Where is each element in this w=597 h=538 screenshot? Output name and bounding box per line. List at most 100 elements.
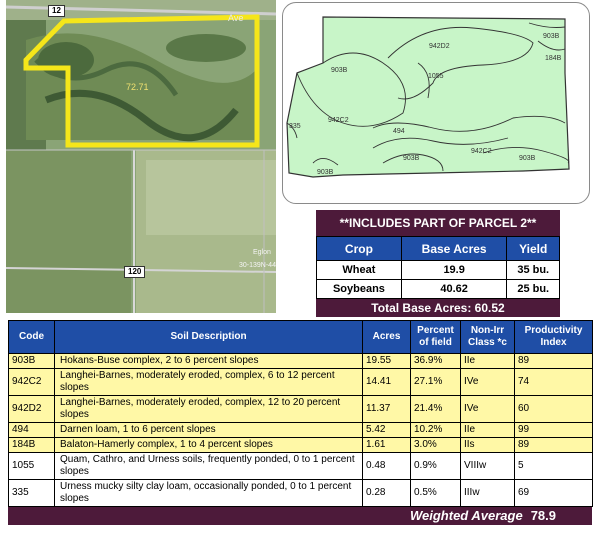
soil-description: Urness mucky silty clay loam, occasional… <box>54 479 363 507</box>
soil-description: Balaton-Hamerly complex, 1 to 4 percent … <box>54 437 363 453</box>
soil-map-label: 1055 <box>428 73 444 80</box>
soil-map-label: 184B <box>545 55 562 62</box>
soil-code: 494 <box>8 422 55 438</box>
soil-code: 1055 <box>8 452 55 480</box>
percent-header: Percent of field <box>410 320 461 354</box>
crop-base-acres: 40.62 <box>400 279 508 299</box>
percent-header-line1: Percent <box>417 325 454 336</box>
code-header: Code <box>8 320 55 354</box>
soil-description: Langhei-Barnes, moderately eroded, compl… <box>54 395 363 423</box>
soil-map-label: 942D2 <box>429 43 450 50</box>
soil-acres: 14.41 <box>362 368 411 396</box>
soil-code: 942C2 <box>8 368 55 396</box>
soil-row: 903B Hokans-Buse complex, 2 to 6 percent… <box>8 353 593 369</box>
pi-header-line1: Productivity <box>524 325 583 336</box>
soil-acres: 11.37 <box>362 395 411 423</box>
soil-pi: 74 <box>514 368 593 396</box>
road-sign-120: 120 <box>124 266 146 278</box>
crop-header-row: Crop Base Acres Yield <box>316 236 560 261</box>
soil-pi: 89 <box>514 353 593 369</box>
crop-base-table: **INCLUDES PART OF PARCEL 2** Crop Base … <box>316 210 560 317</box>
crop-header: Crop <box>316 236 402 261</box>
class-header-line2: Class *c <box>468 337 507 348</box>
soil-description: Quam, Cathro, and Urness soils, frequent… <box>54 452 363 480</box>
acres-header: Acres <box>362 320 411 354</box>
soil-map-label: 903B <box>317 169 334 176</box>
crop-table: Crop Base Acres Yield Wheat 19.9 35 bu. … <box>316 236 560 299</box>
percent-header-line2: of field <box>419 337 452 348</box>
soil-code: 335 <box>8 479 55 507</box>
soil-map-label: 942C2 <box>471 148 492 155</box>
soil-percent: 10.2% <box>410 422 461 438</box>
soil-row: 1055 Quam, Cathro, and Urness soils, fre… <box>8 452 593 480</box>
yield-header: Yield <box>506 236 560 261</box>
soil-acres: 19.55 <box>362 353 411 369</box>
soil-class: IIs <box>460 437 515 453</box>
soil-map-label: 903B <box>519 155 536 162</box>
crop-yield: 25 bu. <box>506 279 560 299</box>
soil-map-label: 903B <box>543 33 560 40</box>
crop-yield: 35 bu. <box>506 260 560 280</box>
soil-class: IVe <box>460 368 515 396</box>
parcel-acres-label: 72.71 <box>126 82 149 92</box>
soil-row: 942C2 Langhei-Barnes, moderately eroded,… <box>8 368 593 396</box>
soil-percent: 36.9% <box>410 353 461 369</box>
section-label: 30-139N-44 <box>239 262 276 269</box>
parcel-note: **INCLUDES PART OF PARCEL 2** <box>316 210 560 236</box>
soil-pi: 99 <box>514 422 593 438</box>
soil-map-label: 903B <box>331 67 348 74</box>
soil-code: 942D2 <box>8 395 55 423</box>
description-header: Soil Description <box>54 320 363 354</box>
soil-percent: 0.5% <box>410 479 461 507</box>
soil-table: Code Soil Description Acres Percent of fi… <box>8 320 593 507</box>
soil-row: 335 Urness mucky silty clay loam, occasi… <box>8 479 593 507</box>
soil-map-label: 903B <box>403 155 420 162</box>
soil-table-wrap: Code Soil Description Acres Percent of fi… <box>8 320 593 525</box>
soil-map-label: 942C2 <box>328 117 349 124</box>
soil-description: Darnen loam, 1 to 6 percent slopes <box>54 422 363 438</box>
crop-name: Soybeans <box>316 279 402 299</box>
crop-row: Wheat 19.9 35 bu. <box>316 260 560 280</box>
soil-map-label: 494 <box>393 128 405 135</box>
soil-percent: 0.9% <box>410 452 461 480</box>
soil-class: IIe <box>460 353 515 369</box>
street-label: Ave <box>228 13 244 23</box>
pi-header: Productivity Index <box>514 320 593 354</box>
soil-class: IIe <box>460 422 515 438</box>
crop-row: Soybeans 40.62 25 bu. <box>316 279 560 299</box>
weighted-average-value: 78.9 <box>530 508 556 523</box>
soil-row: 184B Balaton-Hamerly complex, 1 to 4 per… <box>8 437 593 453</box>
aerial-map: 12 120 Ave 72.71 Eglon 30-139N-44 <box>6 0 276 313</box>
soil-pi: 69 <box>514 479 593 507</box>
class-header: Non-Irr Class *c <box>460 320 515 354</box>
soil-class: IVe <box>460 395 515 423</box>
town-label: Eglon <box>253 249 271 256</box>
road-sign-12: 12 <box>48 5 65 17</box>
crop-name: Wheat <box>316 260 402 280</box>
soil-map-label: 335 <box>289 123 301 130</box>
soil-pi: 60 <box>514 395 593 423</box>
crop-base-acres: 19.9 <box>400 260 508 280</box>
soil-class: IIIw <box>460 479 515 507</box>
soil-map: 942D2 903B 184B 903B 1055 335 942C2 494 … <box>282 2 590 204</box>
soil-row: 494 Darnen loam, 1 to 6 percent slopes 5… <box>8 422 593 438</box>
weighted-average-label: Weighted Average <box>409 508 523 523</box>
soil-percent: 27.1% <box>410 368 461 396</box>
soil-percent: 3.0% <box>410 437 461 453</box>
soil-acres: 1.61 <box>362 437 411 453</box>
base-acres-header: Base Acres <box>400 236 508 261</box>
soil-description: Hokans-Buse complex, 2 to 6 percent slop… <box>54 353 363 369</box>
soil-pi: 89 <box>514 437 593 453</box>
weighted-average-bar: Weighted Average 78.9 <box>8 507 592 525</box>
soil-percent: 21.4% <box>410 395 461 423</box>
soil-pi: 5 <box>514 452 593 480</box>
soil-class: VIIIw <box>460 452 515 480</box>
soil-code: 903B <box>8 353 55 369</box>
soil-acres: 5.42 <box>362 422 411 438</box>
soil-header-row: Code Soil Description Acres Percent of fi… <box>8 320 593 354</box>
soil-code: 184B <box>8 437 55 453</box>
soil-acres: 0.28 <box>362 479 411 507</box>
pi-header-line2: Index <box>540 337 567 348</box>
class-header-line1: Non-Irr <box>470 325 505 336</box>
soil-row: 942D2 Langhei-Barnes, moderately eroded,… <box>8 395 593 423</box>
